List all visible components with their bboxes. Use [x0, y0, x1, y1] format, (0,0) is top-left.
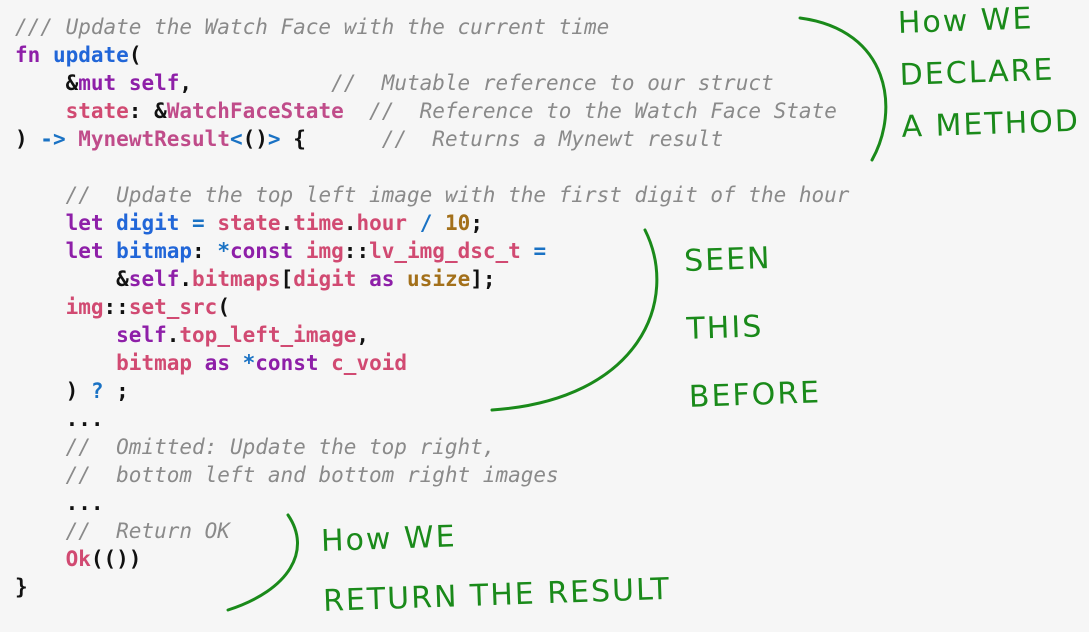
annotation-seen-before: SEEN THIS BEFORE [683, 223, 822, 431]
annotation-line: BEFORE [688, 375, 822, 415]
annotation-return-result: How WE RETURN THE RESULT [320, 500, 672, 632]
seen-bracket-arc [490, 228, 659, 412]
return-bracket-arc [226, 513, 299, 612]
annotation-line: A METHOD [900, 103, 1081, 145]
annotation-line: THIS [685, 309, 764, 347]
declare-bracket-arc [798, 16, 888, 162]
annotation-line: RETURN THE RESULT [322, 571, 672, 619]
annotation-declare-method: How WE DECLARE A METHOD [897, 0, 1081, 154]
annotation-line: DECLARE [899, 52, 1055, 93]
annotation-line: How WE [897, 1, 1035, 41]
annotation-line: SEEN [683, 240, 773, 279]
